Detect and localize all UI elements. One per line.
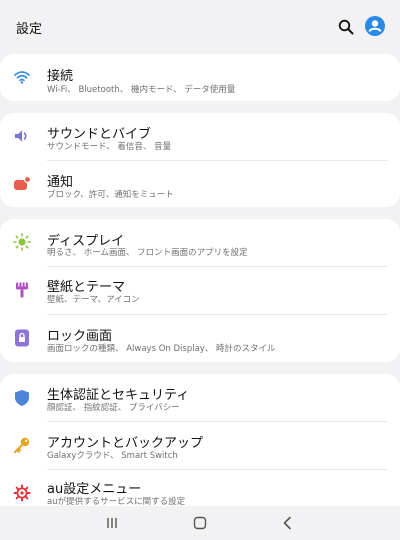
settings-item-description: Wi-Fi、 Bluetooth、 機内モード、 データ使用量 xyxy=(47,85,236,95)
back-icon[interactable] xyxy=(280,515,296,531)
settings-item-wallpaper[interactable]: 壁紙とテーマ 壁紙、テーマ、アイコン xyxy=(0,267,400,315)
settings-item-description: 画面ロックの種類、 Always On Display、 時計のスタイル xyxy=(47,344,276,354)
settings-item-connections[interactable]: 接続 Wi-Fi、 Bluetooth、 機内モード、 データ使用量 xyxy=(0,54,400,102)
settings-item-description: 明るさ、 ホーム画面、 フロント画面のアプリを設定 xyxy=(47,248,248,258)
settings-item-description: サウンドモード、 着信音、 音量 xyxy=(47,142,172,152)
settings-item-display[interactable]: ディスプレイ 明るさ、 ホーム画面、 フロント画面のアプリを設定 xyxy=(0,219,400,267)
settings-group-security: 生体認証とセキュリティ 顔認証、 指紋認証、 プライバシー アカウントとバックア… xyxy=(0,374,400,507)
notification-icon xyxy=(13,175,31,193)
gear-icon xyxy=(13,484,31,502)
settings-item-label: 接続 xyxy=(47,69,74,84)
navigation-bar xyxy=(0,506,400,540)
speaker-icon xyxy=(13,127,31,145)
shield-icon xyxy=(13,389,31,407)
settings-item-accounts-backup[interactable]: アカウントとバックアップ Galaxyクラウド、 Smart Switch xyxy=(0,422,400,470)
recents-icon[interactable] xyxy=(104,515,120,531)
home-icon[interactable] xyxy=(192,515,208,531)
key-icon xyxy=(13,436,31,454)
lock-icon xyxy=(13,329,31,347)
settings-item-lock-screen[interactable]: ロック画面 画面ロックの種類、 Always On Display、 時計のスタ… xyxy=(0,314,400,362)
settings-group-connections: 接続 Wi-Fi、 Bluetooth、 機内モード、 データ使用量 xyxy=(0,54,400,101)
settings-group-sound-notifications: サウンドとバイブ サウンドモード、 着信音、 音量 通知 ブロック、許可、通知を… xyxy=(0,113,400,207)
settings-item-description: 壁紙、テーマ、アイコン xyxy=(47,295,140,305)
account-icon[interactable] xyxy=(365,16,385,36)
settings-group-display: ディスプレイ 明るさ、 ホーム画面、 フロント画面のアプリを設定 壁紙とテーマ … xyxy=(0,219,400,362)
app-header: 設定 xyxy=(0,0,400,54)
page-title: 設定 xyxy=(16,22,43,37)
settings-item-biometrics-security[interactable]: 生体認証とセキュリティ 顔認証、 指紋認証、 プライバシー xyxy=(0,374,400,422)
search-icon[interactable] xyxy=(338,19,354,35)
wifi-icon xyxy=(13,68,31,86)
brightness-icon xyxy=(13,233,31,251)
settings-item-description: 顔認証、 指紋認証、 プライバシー xyxy=(47,403,180,413)
brush-icon xyxy=(13,281,31,299)
settings-item-notifications[interactable]: 通知 ブロック、許可、通知をミュート xyxy=(0,160,400,208)
settings-item-description: Galaxyクラウド、 Smart Switch xyxy=(47,451,178,461)
settings-item-sound[interactable]: サウンドとバイブ サウンドモード、 着信音、 音量 xyxy=(0,113,400,161)
settings-item-description: ブロック、許可、通知をミュート xyxy=(47,190,174,200)
